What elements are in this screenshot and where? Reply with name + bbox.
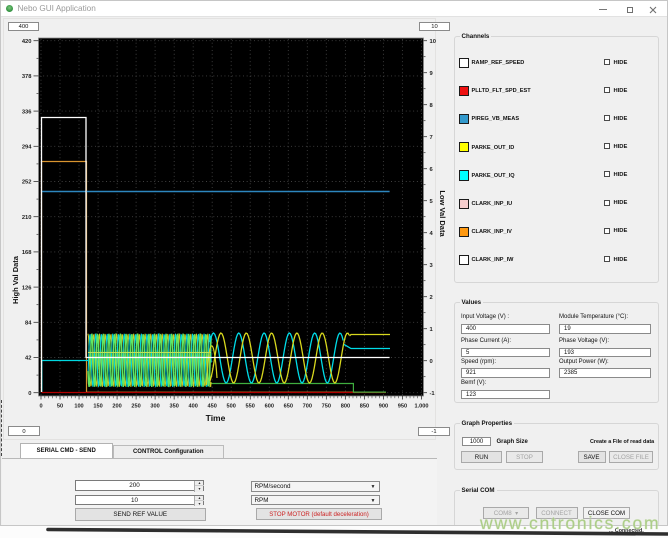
svg-text:250: 250 (131, 404, 140, 410)
svg-text:168: 168 (22, 250, 32, 256)
svg-text:500: 500 (227, 404, 236, 410)
svg-text:420: 420 (22, 39, 32, 45)
svg-text:-1: -1 (430, 391, 436, 397)
svg-text:3: 3 (430, 263, 434, 269)
svg-text:300: 300 (150, 404, 159, 410)
svg-text:2: 2 (430, 295, 433, 301)
svg-text:9: 9 (430, 71, 434, 77)
svg-text:7: 7 (430, 135, 433, 141)
svg-text:378: 378 (22, 74, 32, 80)
svg-text:42: 42 (25, 356, 31, 362)
svg-text:84: 84 (25, 321, 32, 327)
svg-text:1.000: 1.000 (415, 404, 429, 410)
svg-text:10: 10 (430, 39, 436, 45)
svg-text:0: 0 (430, 359, 433, 365)
svg-text:210: 210 (22, 215, 32, 221)
svg-text:150: 150 (93, 404, 102, 410)
svg-text:950: 950 (398, 404, 407, 410)
svg-text:550: 550 (246, 404, 255, 410)
svg-text:126: 126 (22, 285, 32, 291)
svg-text:750: 750 (322, 404, 331, 410)
svg-text:8: 8 (430, 103, 434, 109)
svg-text:450: 450 (208, 404, 217, 410)
svg-text:Low Val Data: Low Val Data (438, 190, 447, 237)
svg-text:336: 336 (22, 109, 32, 115)
svg-text:1: 1 (430, 327, 434, 333)
svg-text:700: 700 (303, 404, 312, 410)
svg-text:294: 294 (22, 145, 32, 151)
svg-text:350: 350 (170, 404, 179, 410)
svg-text:800: 800 (341, 404, 350, 410)
svg-text:Time: Time (206, 413, 226, 423)
svg-text:400: 400 (189, 404, 198, 410)
svg-text:850: 850 (360, 404, 369, 410)
svg-text:0: 0 (28, 391, 31, 397)
svg-text:High Val Data: High Val Data (11, 255, 20, 304)
svg-text:100: 100 (74, 404, 83, 410)
svg-text:50: 50 (57, 404, 63, 410)
svg-text:5: 5 (430, 199, 434, 205)
svg-text:650: 650 (284, 404, 293, 410)
svg-text:4: 4 (430, 231, 434, 237)
svg-text:0: 0 (39, 404, 42, 410)
svg-text:252: 252 (22, 180, 32, 186)
svg-text:6: 6 (430, 167, 434, 173)
svg-text:600: 600 (265, 404, 274, 410)
svg-text:900: 900 (379, 404, 388, 410)
svg-text:200: 200 (112, 404, 121, 410)
